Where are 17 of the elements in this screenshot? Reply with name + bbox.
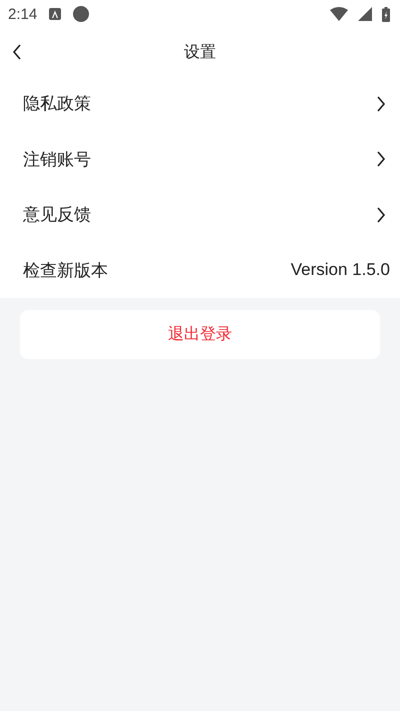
version-text: Version 1.5.0 [290, 260, 390, 280]
status-time: 2:14 [8, 6, 38, 22]
settings-item[interactable]: 隐私政策 [23, 76, 390, 132]
wifi-icon [330, 7, 348, 21]
settings-item[interactable]: 注销账号 [23, 132, 390, 187]
back-icon [12, 44, 22, 60]
page-title: 设置 [184, 42, 216, 62]
settings-item[interactable]: 检查新版本 Version 1.5.0 [23, 242, 390, 298]
chevron-icon [376, 96, 386, 112]
signal-icon [358, 7, 372, 21]
notification-icon [49, 8, 62, 20]
circle-icon [73, 6, 90, 22]
battery-icon [382, 6, 390, 22]
chevron-icon [376, 206, 386, 223]
settings-item[interactable]: 意见反馈 [23, 187, 390, 242]
chevron-icon [376, 151, 386, 168]
logout-button[interactable]: 退出登录 [20, 310, 380, 359]
